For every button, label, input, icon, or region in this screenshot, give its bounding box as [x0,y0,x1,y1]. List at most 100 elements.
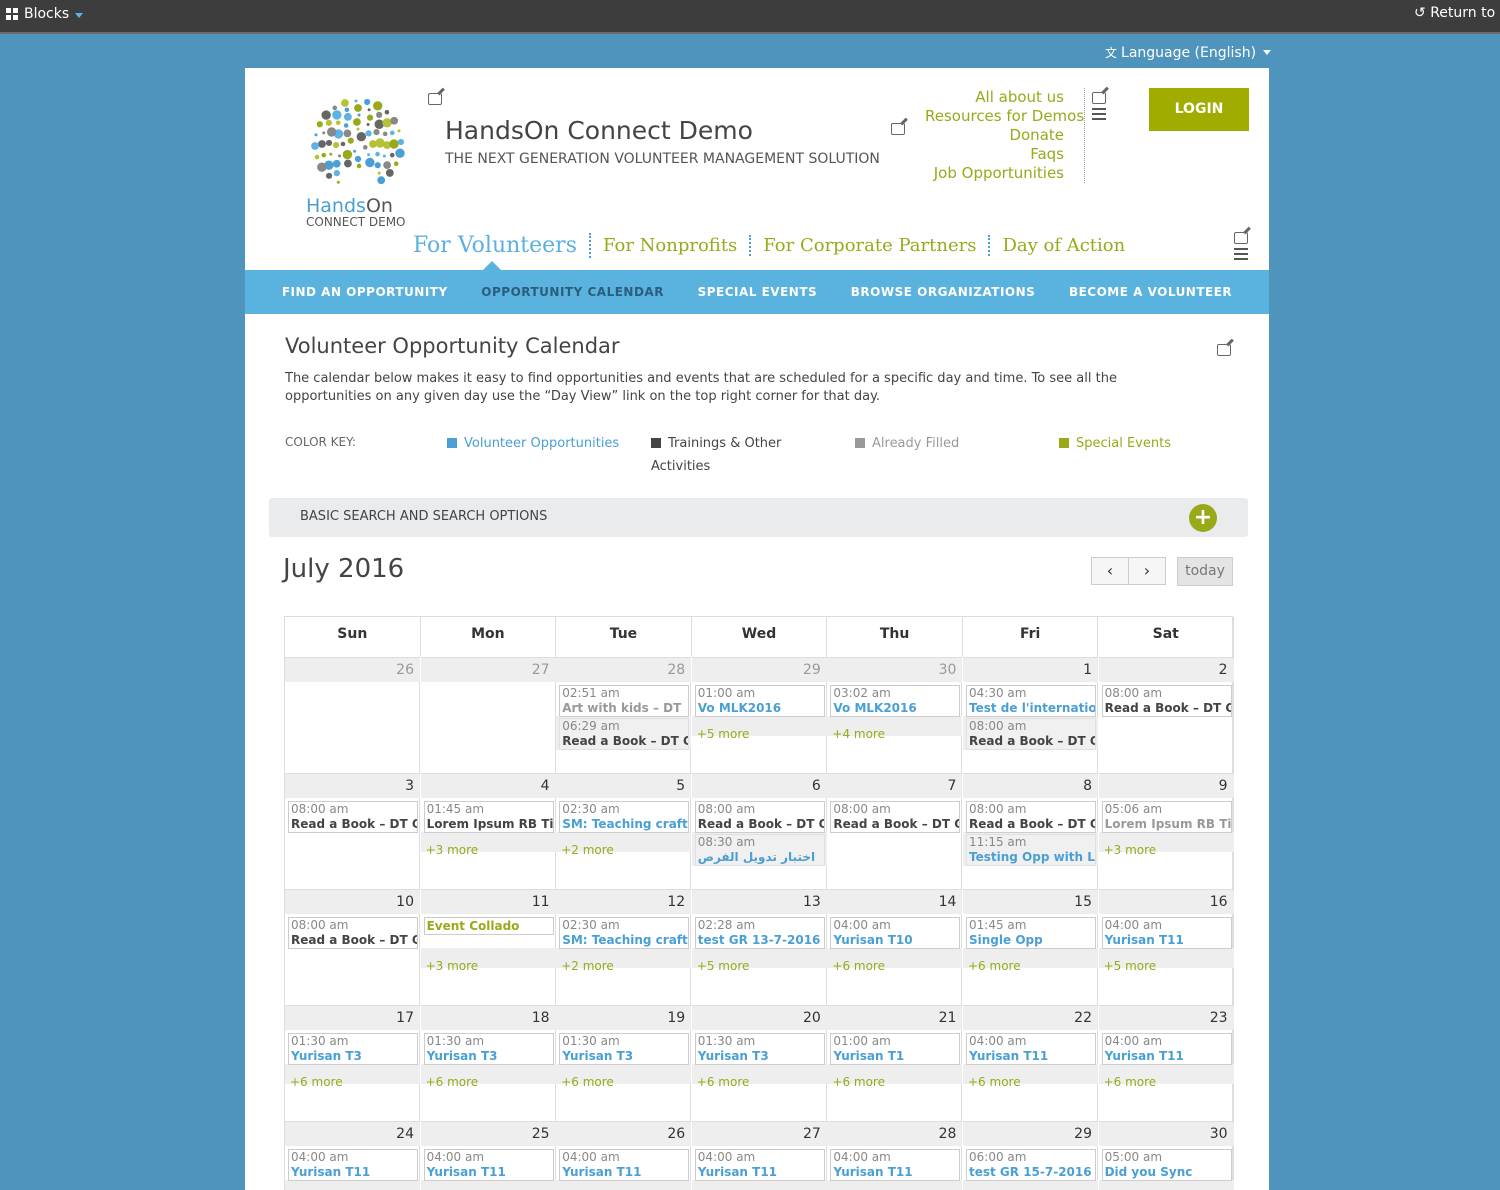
day-number[interactable]: 16 [1098,889,1234,914]
more-events-link[interactable]: +6 more [697,1075,750,1089]
more-events-link[interactable]: +3 more [426,959,479,973]
calendar-day-cell[interactable]: 2 08:00 amRead a Book – DT Opp [1098,657,1234,773]
calendar-event[interactable]: 04:00 am Yurisan T11 [830,1149,961,1181]
day-number[interactable]: 2 [1098,657,1234,682]
day-number[interactable]: 9 [1098,773,1234,798]
calendar-event[interactable]: 04:00 am Yurisan T11 [559,1149,690,1181]
calendar-day-cell[interactable]: 17 01:30 am Yurisan T3 +6 more [285,1005,420,1121]
calendar-event[interactable]: 08:00 amRead a Book – DT Opp [830,801,961,833]
day-number[interactable]: 26 [285,657,420,682]
next-month-button[interactable]: › [1128,557,1166,585]
more-events-link[interactable]: +5 more [697,959,750,973]
day-number[interactable]: 29 [963,1121,1098,1146]
calendar-event[interactable]: 05:06 amLorem Ipsum RB Title [1101,801,1232,833]
calendar-day-cell[interactable]: 3 08:00 amRead a Book – DT Opp [285,773,420,889]
more-events-link[interactable]: +6 more [832,959,885,973]
more-events-link[interactable]: +6 more [968,1075,1021,1089]
calendar-event[interactable]: 04:30 amTest de l'international [966,685,1096,717]
calendar-event[interactable]: 01:00 am Vo MLK2016 [694,685,825,717]
calendar-day-cell[interactable]: 21 01:00 am Yurisan T1 +6 more [827,1005,963,1121]
login-button[interactable]: LOGIN [1149,88,1249,131]
calendar-day-cell[interactable]: 23 04:00 am Yurisan T11 +6 more [1098,1005,1234,1121]
day-number[interactable]: 20 [691,1005,827,1030]
edit-icon[interactable] [1234,232,1248,244]
calendar-day-cell[interactable]: 27 [420,657,556,773]
calendar-day-cell[interactable]: 2404:00 amYurisan T11+6 more [285,1121,420,1190]
calendar-day-cell[interactable]: 5 02:30 amSM: Teaching crafts to +2 more [556,773,692,889]
more-events-link[interactable]: +5 more [1104,959,1157,973]
calendar-event[interactable]: 02:51 am Art with kids – DT [559,685,690,717]
calendar-day-cell[interactable]: 10 08:00 amRead a Book – DT Opp [285,889,420,1005]
calendar-day-cell[interactable]: 12 02:30 amSM: Teaching crafts to +2 more [556,889,692,1005]
calendar-event[interactable]: Event Collado [423,917,554,935]
day-number[interactable]: 27 [420,657,556,682]
calendar-event[interactable]: 08:00 amRead a Book – DT Opp [288,801,418,833]
calendar-event[interactable]: 04:00 am Yurisan T11 [1101,917,1232,949]
more-events-link[interactable]: +6 more [426,1075,479,1089]
calendar-event[interactable]: 01:30 am Yurisan T3 [694,1033,825,1065]
calendar-day-cell[interactable]: 15 01:45 am Single Opp +6 more [963,889,1098,1005]
day-number[interactable]: 22 [963,1005,1098,1030]
calendar-event[interactable]: 08:30 am اختبار تدويل الفرص [694,834,825,866]
expand-plus-icon[interactable]: + [1189,504,1217,532]
calendar-event[interactable]: 01:00 am Yurisan T1 [830,1033,961,1065]
more-events-link[interactable]: +2 more [561,843,614,857]
day-number[interactable]: 18 [420,1005,556,1030]
link-resources[interactable]: Resources for Demos [925,107,1084,126]
calendar-event[interactable]: 01:30 am Yurisan T3 [423,1033,554,1065]
calendar-event[interactable]: 01:45 amLorem Ipsum RB Title [423,801,554,833]
calendar-day-cell[interactable]: 104:30 amTest de l'international08:00 am… [963,657,1098,773]
link-faqs[interactable]: Faqs [925,145,1064,164]
day-number[interactable]: 30 [1098,1121,1234,1146]
calendar-day-cell[interactable]: 2906:00 amtest GR 15-7-2016 P+6 more [963,1121,1098,1190]
day-number[interactable]: 13 [691,889,827,914]
more-events-link[interactable]: +4 more [832,727,885,741]
nav-special-events[interactable]: SPECIAL EVENTS [698,285,818,299]
day-number[interactable]: 1 [963,657,1098,682]
calendar-event[interactable]: 04:00 am Yurisan T11 [966,1033,1096,1065]
calendar-day-cell[interactable]: 26 [285,657,420,773]
calendar-day-cell[interactable]: 28 02:51 am Art with kids – DT 06:29 am Read… [556,657,692,773]
day-number[interactable]: 3 [285,773,420,798]
calendar-day-cell[interactable]: 29 01:00 am Vo MLK2016 +5 more [691,657,827,773]
day-number[interactable]: 23 [1098,1005,1234,1030]
calendar-event[interactable]: 06:29 amRead a Book – DT Opp [559,718,690,750]
calendar-day-cell[interactable]: 30 03:02 am Vo MLK2016 +4 more [827,657,963,773]
link-job-opportunities[interactable]: Job Opportunities [925,164,1064,183]
calendar-event[interactable]: 02:28 am test GR 13-7-2016 [694,917,825,949]
today-button[interactable]: today [1177,557,1233,586]
calendar-event[interactable]: 11:15 amTesting Opp with Link [966,834,1096,866]
day-number[interactable]: 25 [420,1121,556,1146]
edit-icon[interactable] [1217,344,1231,356]
list-icon[interactable] [1234,248,1248,260]
calendar-event[interactable]: 08:00 amRead a Book – DT Opp [288,917,418,949]
nav-opportunity-calendar[interactable]: OPPORTUNITY CALENDAR [481,285,664,299]
edit-icon[interactable] [891,123,905,135]
day-number[interactable]: 26 [556,1121,692,1146]
tab-for-nonprofits[interactable]: For Nonprofits [591,235,752,256]
calendar-day-cell[interactable]: 2604:00 amYurisan T11+6 more [556,1121,692,1190]
calendar-event[interactable]: 03:02 am Vo MLK2016 [830,685,961,717]
blocks-menu[interactable]: Blocks [6,6,84,22]
edit-icon[interactable] [1092,92,1106,104]
day-number[interactable]: 8 [963,773,1098,798]
calendar-day-cell[interactable]: 2504:00 amYurisan T11+6 more [420,1121,556,1190]
calendar-day-cell[interactable]: 9 05:06 amLorem Ipsum RB Title +3 more [1098,773,1234,889]
calendar-event[interactable]: 04:00 am Yurisan T10 [830,917,961,949]
day-number[interactable]: 5 [556,773,692,798]
more-events-link[interactable]: +6 more [832,1075,885,1089]
day-number[interactable]: 28 [827,1121,963,1146]
day-number[interactable]: 14 [827,889,963,914]
day-number[interactable]: 21 [827,1005,963,1030]
day-number[interactable]: 27 [691,1121,827,1146]
day-number[interactable]: 7 [827,773,963,798]
calendar-day-cell[interactable]: 608:00 amRead a Book – DT Opp08:30 amاخت… [691,773,827,889]
more-events-link[interactable]: +2 more [561,959,614,973]
tab-for-corporate-partners[interactable]: For Corporate Partners [751,235,991,256]
more-events-link[interactable]: +3 more [1104,843,1157,857]
tab-for-volunteers[interactable]: For Volunteers [413,233,591,258]
nav-browse-organizations[interactable]: BROWSE ORGANIZATIONS [851,285,1036,299]
calendar-event[interactable]: 08:00 amRead a Book – DT Opp [1101,685,1232,717]
list-icon[interactable] [1092,108,1106,120]
calendar-day-cell[interactable]: 808:00 amRead a Book – DT Opp11:15 amTes… [963,773,1098,889]
